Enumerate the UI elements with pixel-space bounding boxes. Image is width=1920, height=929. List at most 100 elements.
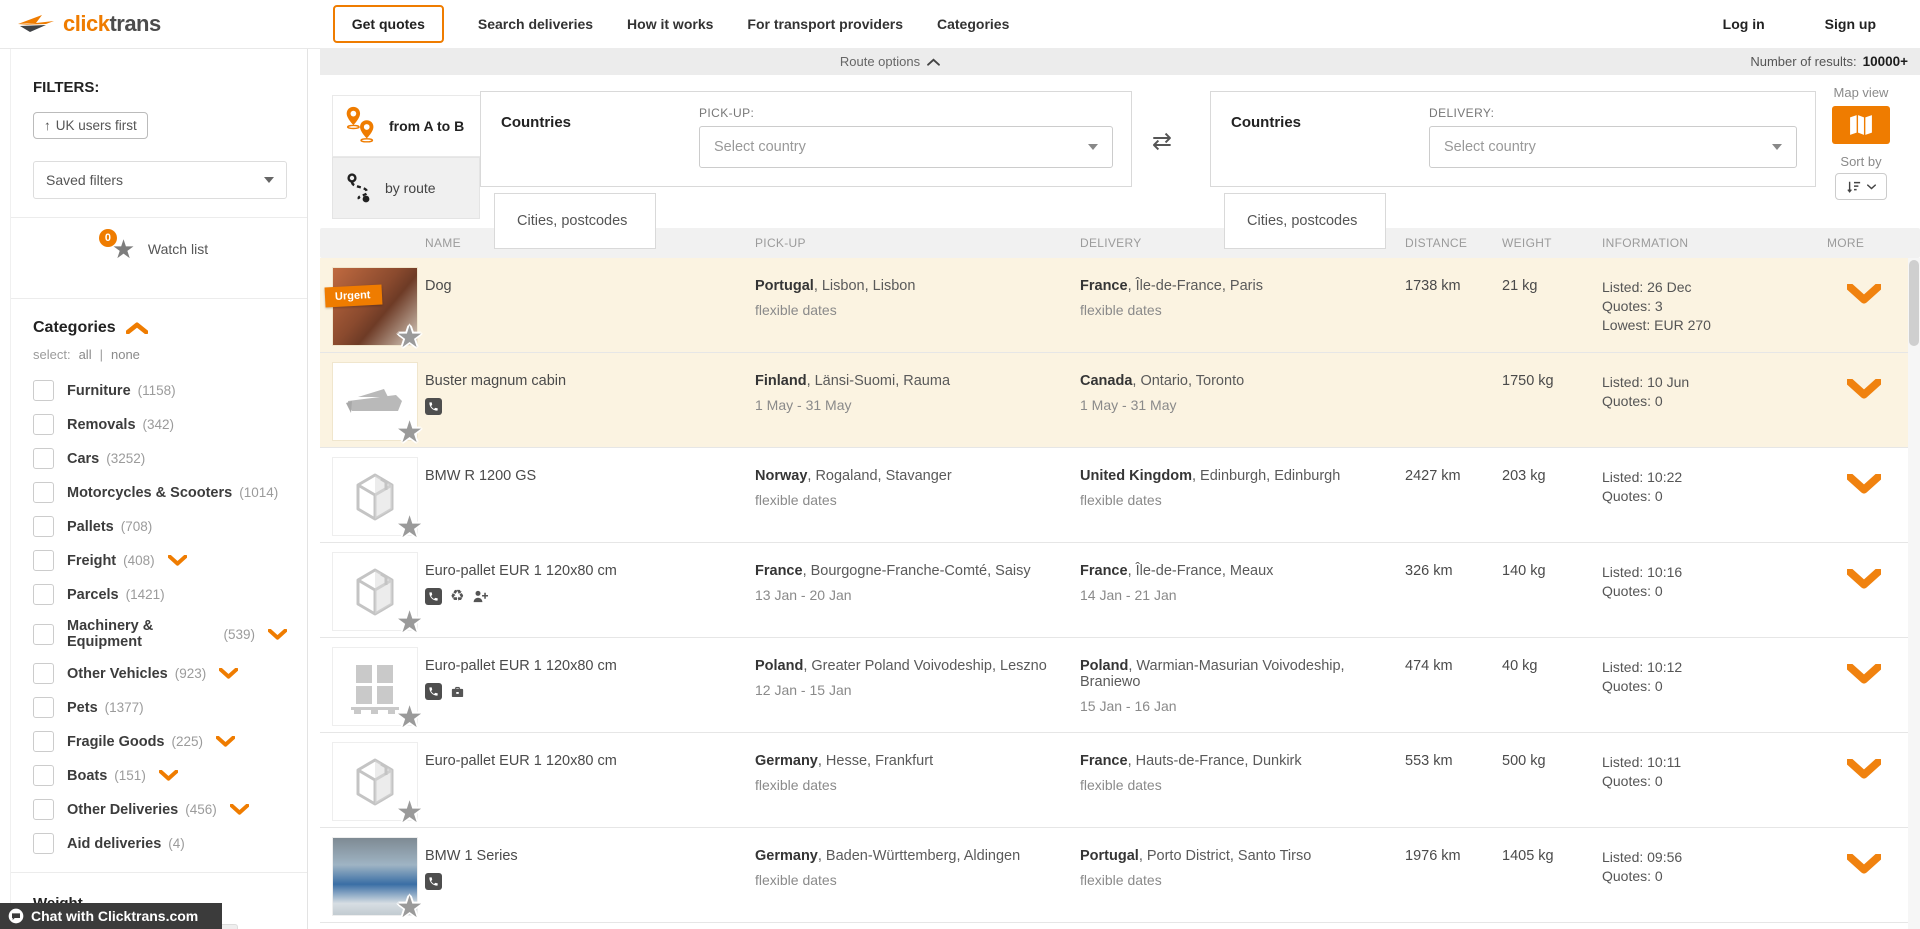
expand-row-chevron-icon[interactable]: [1847, 569, 1881, 637]
information-cell: Listed: 09:56Quotes: 0: [1602, 828, 1807, 922]
column-header-weight: WEIGHT: [1502, 236, 1602, 250]
column-header-more: MORE: [1807, 236, 1920, 250]
tab-from-a-to-b[interactable]: from A to B: [332, 95, 480, 157]
table-row[interactable]: Urgent★DogPortugal, Lisbon, Lisbonflexib…: [320, 258, 1920, 353]
favorite-star-icon[interactable]: ★: [396, 893, 423, 923]
info-line: Quotes: 3: [1602, 297, 1807, 316]
category-checkbox[interactable]: [33, 663, 54, 684]
category-item: Furniture(1158): [33, 380, 287, 401]
expand-row-chevron-icon[interactable]: [1847, 759, 1881, 827]
table-row[interactable]: ★Euro-pallet EUR 1 120x80 cmPoland, Grea…: [320, 638, 1920, 733]
nav-item-how-it-works[interactable]: How it works: [627, 16, 713, 32]
delivery-dates: flexible dates: [1080, 492, 1405, 508]
category-checkbox[interactable]: [33, 731, 54, 752]
expand-row-chevron-icon[interactable]: [1847, 664, 1881, 732]
swap-pickup-delivery-button[interactable]: ⇄: [1152, 127, 1172, 156]
category-checkbox[interactable]: [33, 833, 54, 854]
column-header-distance: DISTANCE: [1405, 236, 1502, 250]
scrollbar-thumb[interactable]: [1909, 260, 1919, 346]
pallet-icon[interactable]: ★: [332, 647, 418, 726]
delivery-tab-countries[interactable]: Countries: [1231, 114, 1301, 131]
category-checkbox[interactable]: [33, 414, 54, 435]
category-checkbox[interactable]: [33, 482, 54, 503]
listing-name: Euro-pallet EUR 1 120x80 cm: [425, 658, 755, 674]
pickup-location: Portugal, Lisbon, Lisbon: [755, 278, 1080, 294]
table-row[interactable]: ★BMW 1 SeriesGermany, Baden-Württemberg,…: [320, 828, 1920, 923]
expand-row-chevron-icon[interactable]: [1847, 379, 1881, 447]
tab-by-route[interactable]: by route: [332, 157, 480, 219]
box-icon[interactable]: ★: [332, 742, 418, 821]
table-row[interactable]: ★Euro-pallet EUR 1 120x80 cmGermany, Hes…: [320, 733, 1920, 828]
category-checkbox[interactable]: [33, 799, 54, 820]
select-all-link[interactable]: all: [79, 347, 92, 362]
table-row[interactable]: ★Buster magnum cabinFinland, Länsi-Suomi…: [320, 353, 1920, 448]
table-row[interactable]: ★BMW R 1200 GSNorway, Rogaland, Stavange…: [320, 448, 1920, 543]
expand-row-chevron-icon[interactable]: [1847, 854, 1881, 922]
nav-item-search-deliveries[interactable]: Search deliveries: [478, 16, 593, 32]
login-link[interactable]: Log in: [1723, 16, 1765, 32]
nav-item-categories[interactable]: Categories: [937, 16, 1009, 32]
delivery-country-select[interactable]: Select country: [1429, 126, 1797, 168]
category-checkbox[interactable]: [33, 550, 54, 571]
chat-widget-button[interactable]: Chat with Clicktrans.com: [0, 903, 222, 929]
category-checkbox[interactable]: [33, 448, 54, 469]
chevron-up-icon: [927, 58, 940, 66]
chevron-down-icon[interactable]: [159, 770, 178, 781]
listing-photo-dog[interactable]: Urgent★: [332, 267, 418, 346]
expand-row-chevron-icon[interactable]: [1847, 284, 1881, 352]
delivery-label: DELIVERY:: [1429, 106, 1494, 120]
vertical-scrollbar[interactable]: [1908, 258, 1920, 929]
box-icon[interactable]: ★: [332, 457, 418, 536]
weight-cell: 500 kg: [1502, 733, 1602, 827]
route-options-toggle[interactable]: Route options: [320, 48, 1460, 75]
clicktrans-logo[interactable]: clicktrans: [16, 11, 161, 37]
chevron-down-icon[interactable]: [268, 629, 287, 640]
favorite-star-icon[interactable]: ★: [396, 703, 423, 733]
chevron-down-icon[interactable]: [219, 668, 238, 679]
info-line: Quotes: 0: [1602, 867, 1807, 886]
favorite-star-icon[interactable]: ★: [396, 513, 423, 543]
watch-list-button[interactable]: 0 ★ Watch list: [33, 218, 287, 280]
categories-section-toggle[interactable]: Categories: [33, 319, 287, 337]
category-checkbox[interactable]: [33, 584, 54, 605]
category-item: Removals(342): [33, 414, 287, 435]
category-checkbox[interactable]: [33, 624, 54, 645]
more-cell: [1807, 733, 1920, 827]
category-item: Other Vehicles(923): [33, 663, 287, 684]
category-count: (342): [143, 417, 175, 432]
table-row[interactable]: ★Euro-pallet EUR 1 120x80 cm♻France, Bou…: [320, 543, 1920, 638]
chevron-down-icon[interactable]: [168, 555, 187, 566]
boat-icon[interactable]: ★: [332, 362, 418, 441]
nav-item-get-quotes[interactable]: Get quotes: [333, 5, 444, 43]
category-checkbox[interactable]: [33, 380, 54, 401]
favorite-star-icon[interactable]: ★: [396, 323, 423, 353]
select-none-link[interactable]: none: [111, 347, 140, 362]
map-view-button[interactable]: [1832, 106, 1890, 144]
category-checkbox[interactable]: [33, 765, 54, 786]
category-checkbox[interactable]: [33, 516, 54, 537]
delivery-tab-cities-postcodes[interactable]: Cities, postcodes: [1224, 193, 1386, 249]
expand-row-chevron-icon[interactable]: [1847, 474, 1881, 542]
pickup-tab-countries[interactable]: Countries: [501, 114, 571, 131]
uk-users-first-button[interactable]: ↑ UK users first: [33, 112, 148, 139]
nav-item-for-transport-providers[interactable]: For transport providers: [747, 16, 903, 32]
category-checkbox[interactable]: [33, 697, 54, 718]
sort-by-button[interactable]: [1835, 173, 1887, 200]
favorite-star-icon[interactable]: ★: [396, 798, 423, 828]
info-line: Listed: 26 Dec: [1602, 278, 1807, 297]
results-main-panel: Route options Number of results: 10000+: [320, 48, 1920, 929]
signup-link[interactable]: Sign up: [1825, 16, 1876, 32]
pickup-tab-cities-postcodes[interactable]: Cities, postcodes: [494, 193, 656, 249]
saved-filters-select[interactable]: Saved filters: [33, 161, 287, 199]
pickup-country-select[interactable]: Select country: [699, 126, 1113, 168]
name-cell: Buster magnum cabin: [425, 353, 755, 447]
column-header-information: INFORMATION: [1602, 236, 1807, 250]
urgent-badge: Urgent: [325, 285, 383, 308]
chevron-down-icon[interactable]: [216, 736, 235, 747]
pickup-location: Germany, Hesse, Frankfurt: [755, 753, 1080, 769]
box-icon[interactable]: ★: [332, 552, 418, 631]
chevron-down-icon[interactable]: [230, 804, 249, 815]
favorite-star-icon[interactable]: ★: [396, 418, 423, 448]
favorite-star-icon[interactable]: ★: [396, 608, 423, 638]
listing-photo-car[interactable]: ★: [332, 837, 418, 916]
